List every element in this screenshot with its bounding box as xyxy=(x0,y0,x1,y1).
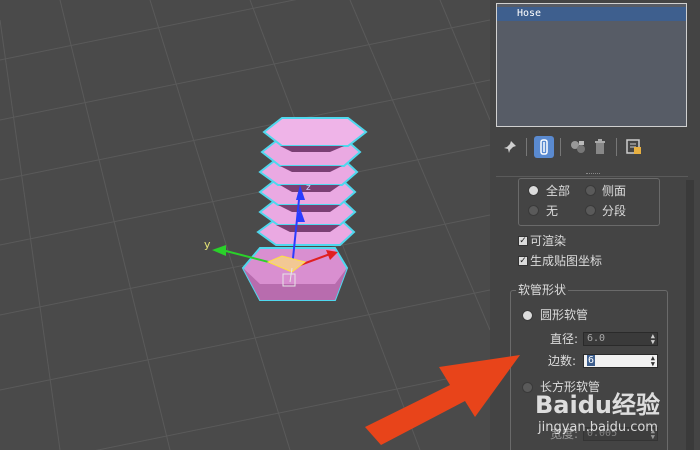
mapping-coords-label: 生成贴图坐标 xyxy=(530,254,603,268)
spinner-arrows-icon[interactable]: ▲ ▼ xyxy=(651,333,655,346)
modifier-stack-item-hose[interactable]: Hose xyxy=(497,7,686,21)
radio-segments[interactable] xyxy=(585,205,596,216)
remove-modifier-icon[interactable] xyxy=(590,136,610,158)
radio-round-hose[interactable] xyxy=(522,310,533,321)
watermark-brand: Baidu经验 xyxy=(535,391,660,419)
modifier-stack-toolbar xyxy=(496,134,691,160)
diameter-value: 6.0 xyxy=(587,333,606,344)
renderable-checkbox[interactable]: ✓ xyxy=(518,236,528,246)
annotation-arrow-icon xyxy=(365,355,520,445)
radio-sides-label: 侧面 xyxy=(602,184,627,198)
sides-value: 6 xyxy=(587,355,596,366)
modifier-stack-list[interactable]: Hose xyxy=(496,3,687,127)
round-hose-label: 圆形软管 xyxy=(540,308,589,322)
show-end-result-icon[interactable] xyxy=(534,136,554,158)
radio-none-label: 无 xyxy=(546,204,559,218)
sides-spinner[interactable]: 6 ▲ ▼ xyxy=(583,354,658,368)
diameter-spinner[interactable]: 6.0 ▲ ▼ xyxy=(583,332,658,346)
gizmo-y-label: y xyxy=(204,238,211,251)
renderable-label: 可渲染 xyxy=(530,234,567,248)
spinner-arrows-icon[interactable]: ▲ ▼ xyxy=(651,355,655,368)
diameter-label: 直径: xyxy=(550,332,579,346)
gizmo-z-label: z xyxy=(306,183,311,193)
hose-shape-title: 软管形状 xyxy=(516,282,569,298)
radio-all-label: 全部 xyxy=(546,184,571,198)
radio-all[interactable] xyxy=(528,185,539,196)
radio-segments-label: 分段 xyxy=(602,204,627,218)
pin-icon[interactable] xyxy=(500,136,520,158)
radio-none[interactable] xyxy=(528,205,539,216)
mapping-coords-checkbox[interactable]: ✓ xyxy=(518,256,528,266)
radio-sides[interactable] xyxy=(585,185,596,196)
hose-object[interactable] xyxy=(241,117,368,301)
watermark-url: jingyan.baidu.com xyxy=(538,420,658,435)
sides-label: 边数: xyxy=(548,354,577,368)
configure-modifier-sets-icon[interactable] xyxy=(624,136,644,158)
panel-scrollbar[interactable] xyxy=(686,180,694,450)
make-unique-icon[interactable] xyxy=(568,136,588,158)
